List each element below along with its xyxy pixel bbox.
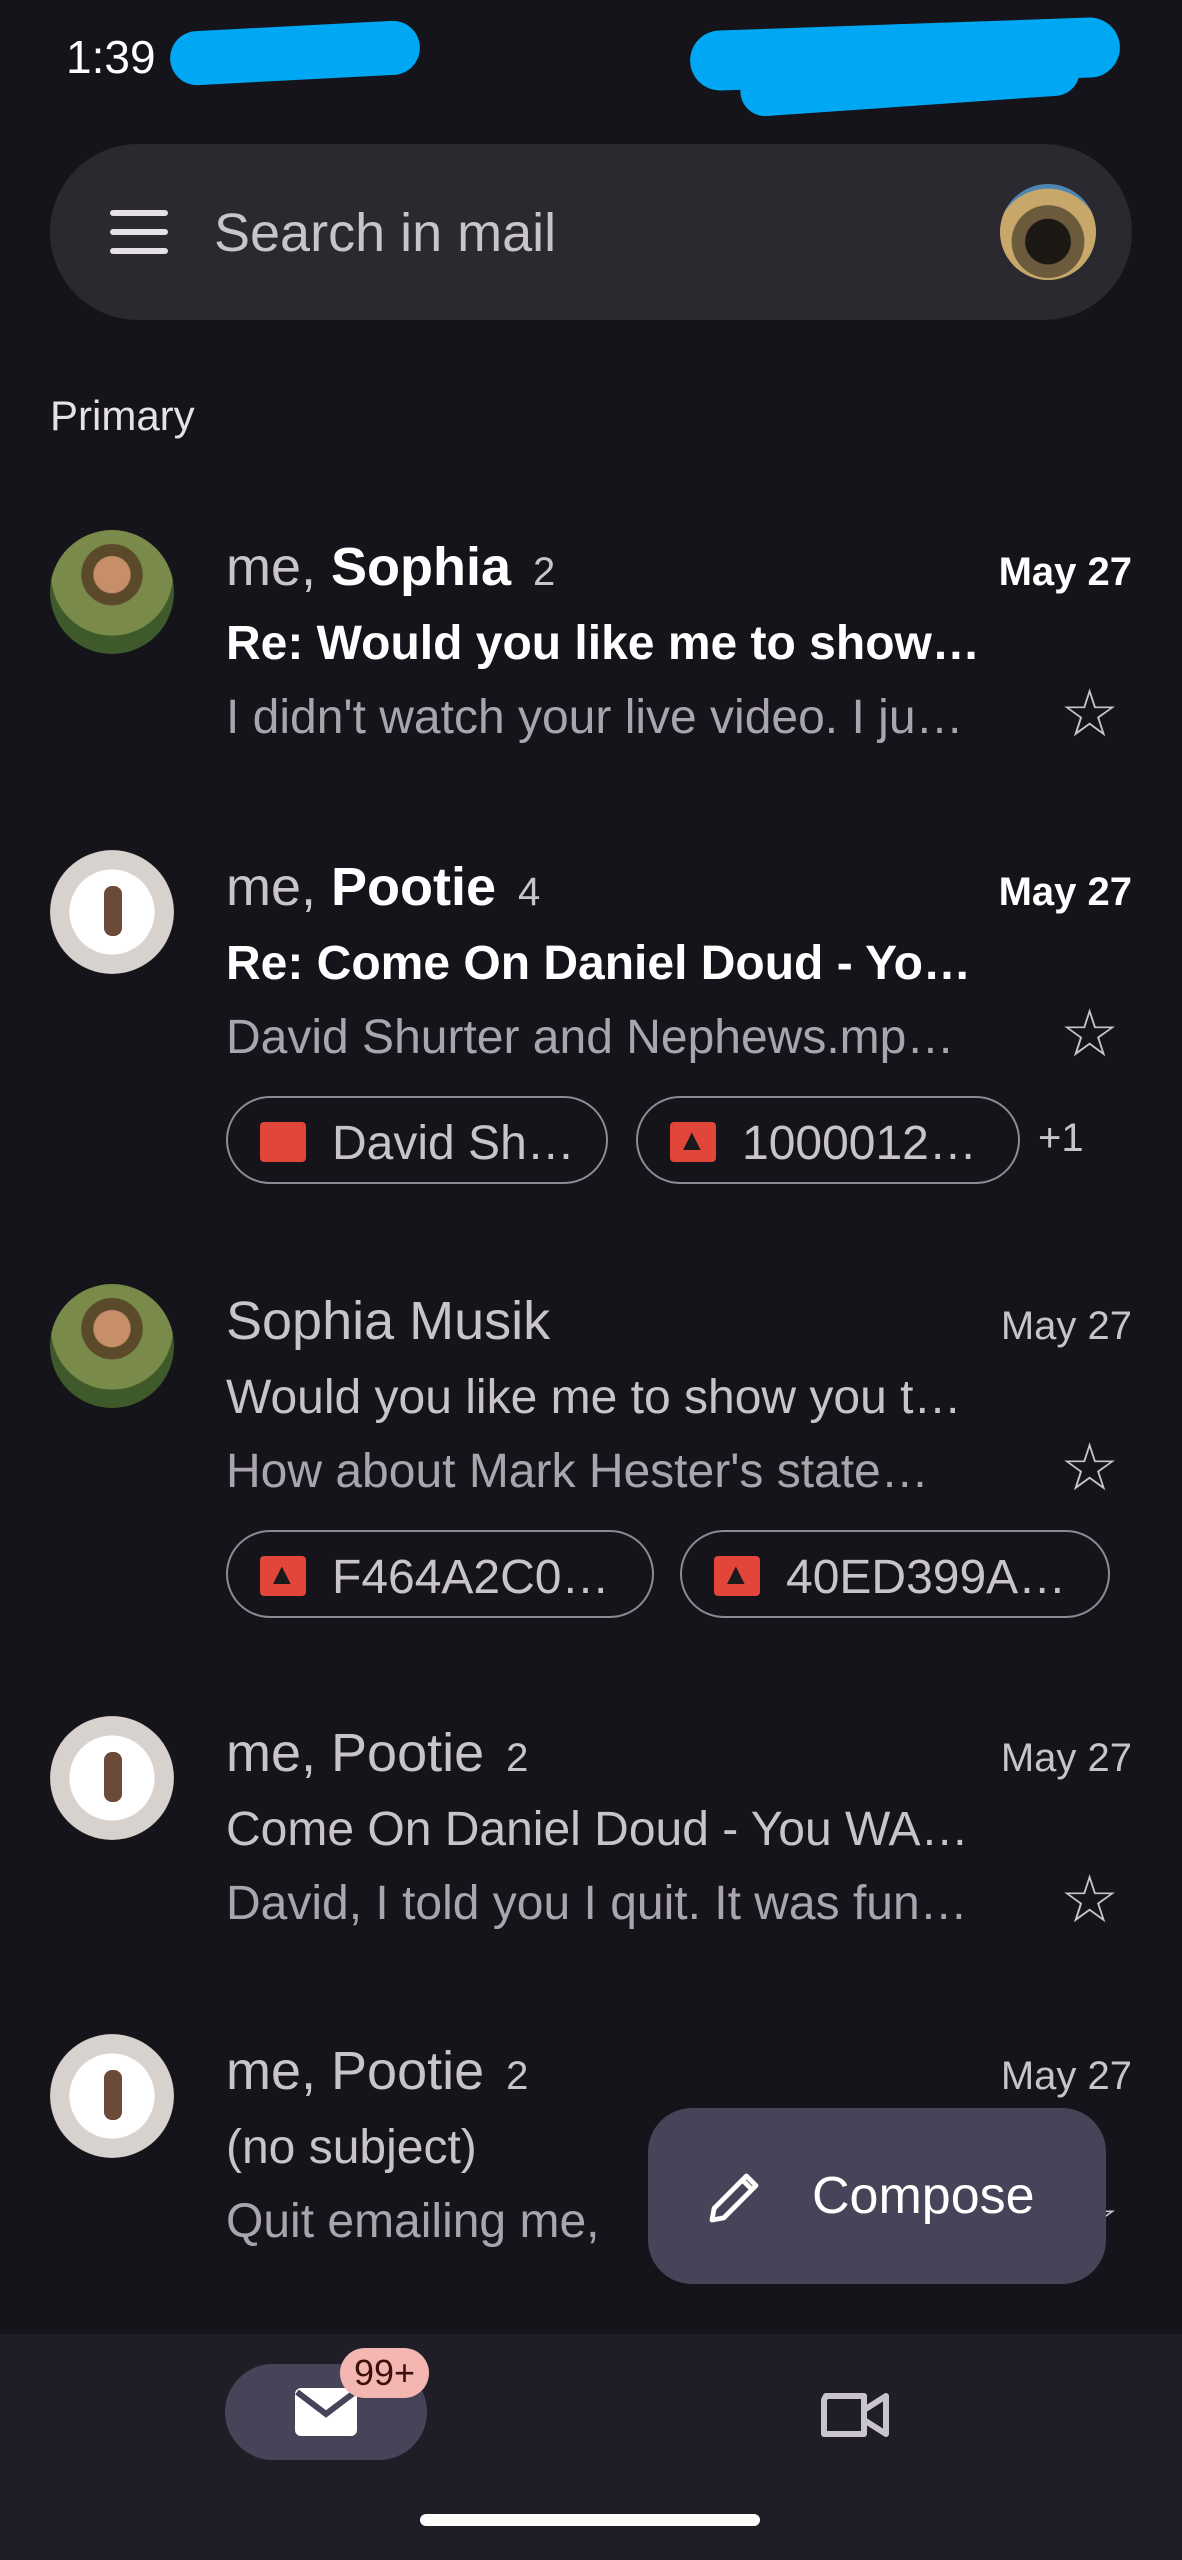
sender-name: me, Pootie 2 (226, 2041, 529, 2101)
email-header: Sophia Musik May 27 (226, 1290, 1132, 1354)
email-date: May 27 (998, 550, 1132, 594)
sender-avatar[interactable] (50, 1284, 174, 1408)
status-time: 1:39 (66, 31, 156, 83)
email-header: me, Pootie 2 May 27 (226, 2040, 1132, 2104)
sender-name: me, Pootie 2 (226, 1723, 529, 1783)
attachment-chip[interactable]: David Sh… (226, 1096, 608, 1184)
sender-name: me, Sophia 2 (226, 537, 556, 597)
thread-count: 4 (518, 870, 541, 914)
star-icon[interactable]: ☆ (1060, 1866, 1119, 1932)
star-icon[interactable]: ☆ (1060, 680, 1119, 746)
redaction-mark (168, 19, 422, 87)
sender-name: me, Pootie 4 (226, 857, 541, 917)
star-icon[interactable]: ☆ (1060, 1000, 1119, 1066)
more-attachments-count: +1 (1038, 1116, 1084, 1160)
section-label: Primary (50, 392, 195, 439)
email-subject: Re: Would you like me to show… (226, 617, 980, 670)
thread-count: 2 (533, 550, 556, 594)
pencil-icon (709, 2173, 759, 2223)
email-snippet: David, I told you I quit. It was fun… (226, 1877, 968, 1930)
sender-name: Sophia Musik (226, 1291, 551, 1351)
hamburger-menu-icon[interactable] (110, 210, 168, 254)
sender-avatar[interactable] (50, 1716, 174, 1840)
email-snippet: I didn't watch your live video. I ju… (226, 691, 964, 744)
image-file-icon: ▲ (260, 1556, 306, 1596)
thread-count: 2 (506, 1736, 529, 1780)
image-file-icon: ▲ (670, 1122, 716, 1162)
email-subject: Come On Daniel Doud - You WA… (226, 1803, 969, 1856)
mail-icon (295, 2388, 357, 2436)
compose-label: Compose (812, 2167, 1035, 2225)
email-header: me, Sophia 2 May 27 (226, 536, 1132, 600)
compose-button[interactable]: Compose (648, 2108, 1106, 2284)
unread-badge: 99+ (340, 2348, 430, 2398)
email-date: May 27 (1000, 2054, 1132, 2098)
email-subject: Would you like me to show you t… (226, 1371, 962, 1424)
email-snippet: David Shurter and Nephews.mp… (226, 1011, 955, 1064)
sender-avatar[interactable] (50, 2034, 174, 2158)
email-header: me, Pootie 2 May 27 (226, 1722, 1132, 1786)
video-camera-icon[interactable] (820, 2390, 890, 2440)
sender-avatar[interactable] (50, 850, 174, 974)
search-input[interactable]: Search in mail (214, 202, 556, 264)
sender-avatar[interactable] (50, 530, 174, 654)
star-icon[interactable]: ☆ (1060, 1434, 1119, 1500)
email-date: May 27 (1000, 1736, 1132, 1780)
email-snippet: How about Mark Hester's state… (226, 1445, 929, 1498)
video-file-icon (260, 1122, 306, 1162)
attachment-chip[interactable]: ▲ 1000012… (636, 1096, 1020, 1184)
bottom-navigation: 99+ (0, 2334, 1182, 2560)
account-avatar[interactable] (1000, 184, 1096, 280)
status-bar: 1:39 (0, 0, 1182, 120)
search-bar[interactable]: Search in mail (50, 144, 1132, 320)
email-date: May 27 (998, 870, 1132, 914)
gmail-inbox-screen: 1:39 Search in mail Primary me, Sophia 2 … (0, 0, 1182, 2560)
attachment-chip[interactable]: ▲ F464A2C0… (226, 1530, 654, 1618)
image-file-icon: ▲ (714, 1556, 760, 1596)
home-indicator[interactable] (420, 2514, 760, 2526)
attachment-chip[interactable]: ▲ 40ED399A… (680, 1530, 1110, 1618)
email-header: me, Pootie 4 May 27 (226, 856, 1132, 920)
email-subject: Re: Come On Daniel Doud - Yo… (226, 937, 971, 990)
email-date: May 27 (1000, 1304, 1132, 1348)
thread-count: 2 (506, 2054, 529, 2098)
